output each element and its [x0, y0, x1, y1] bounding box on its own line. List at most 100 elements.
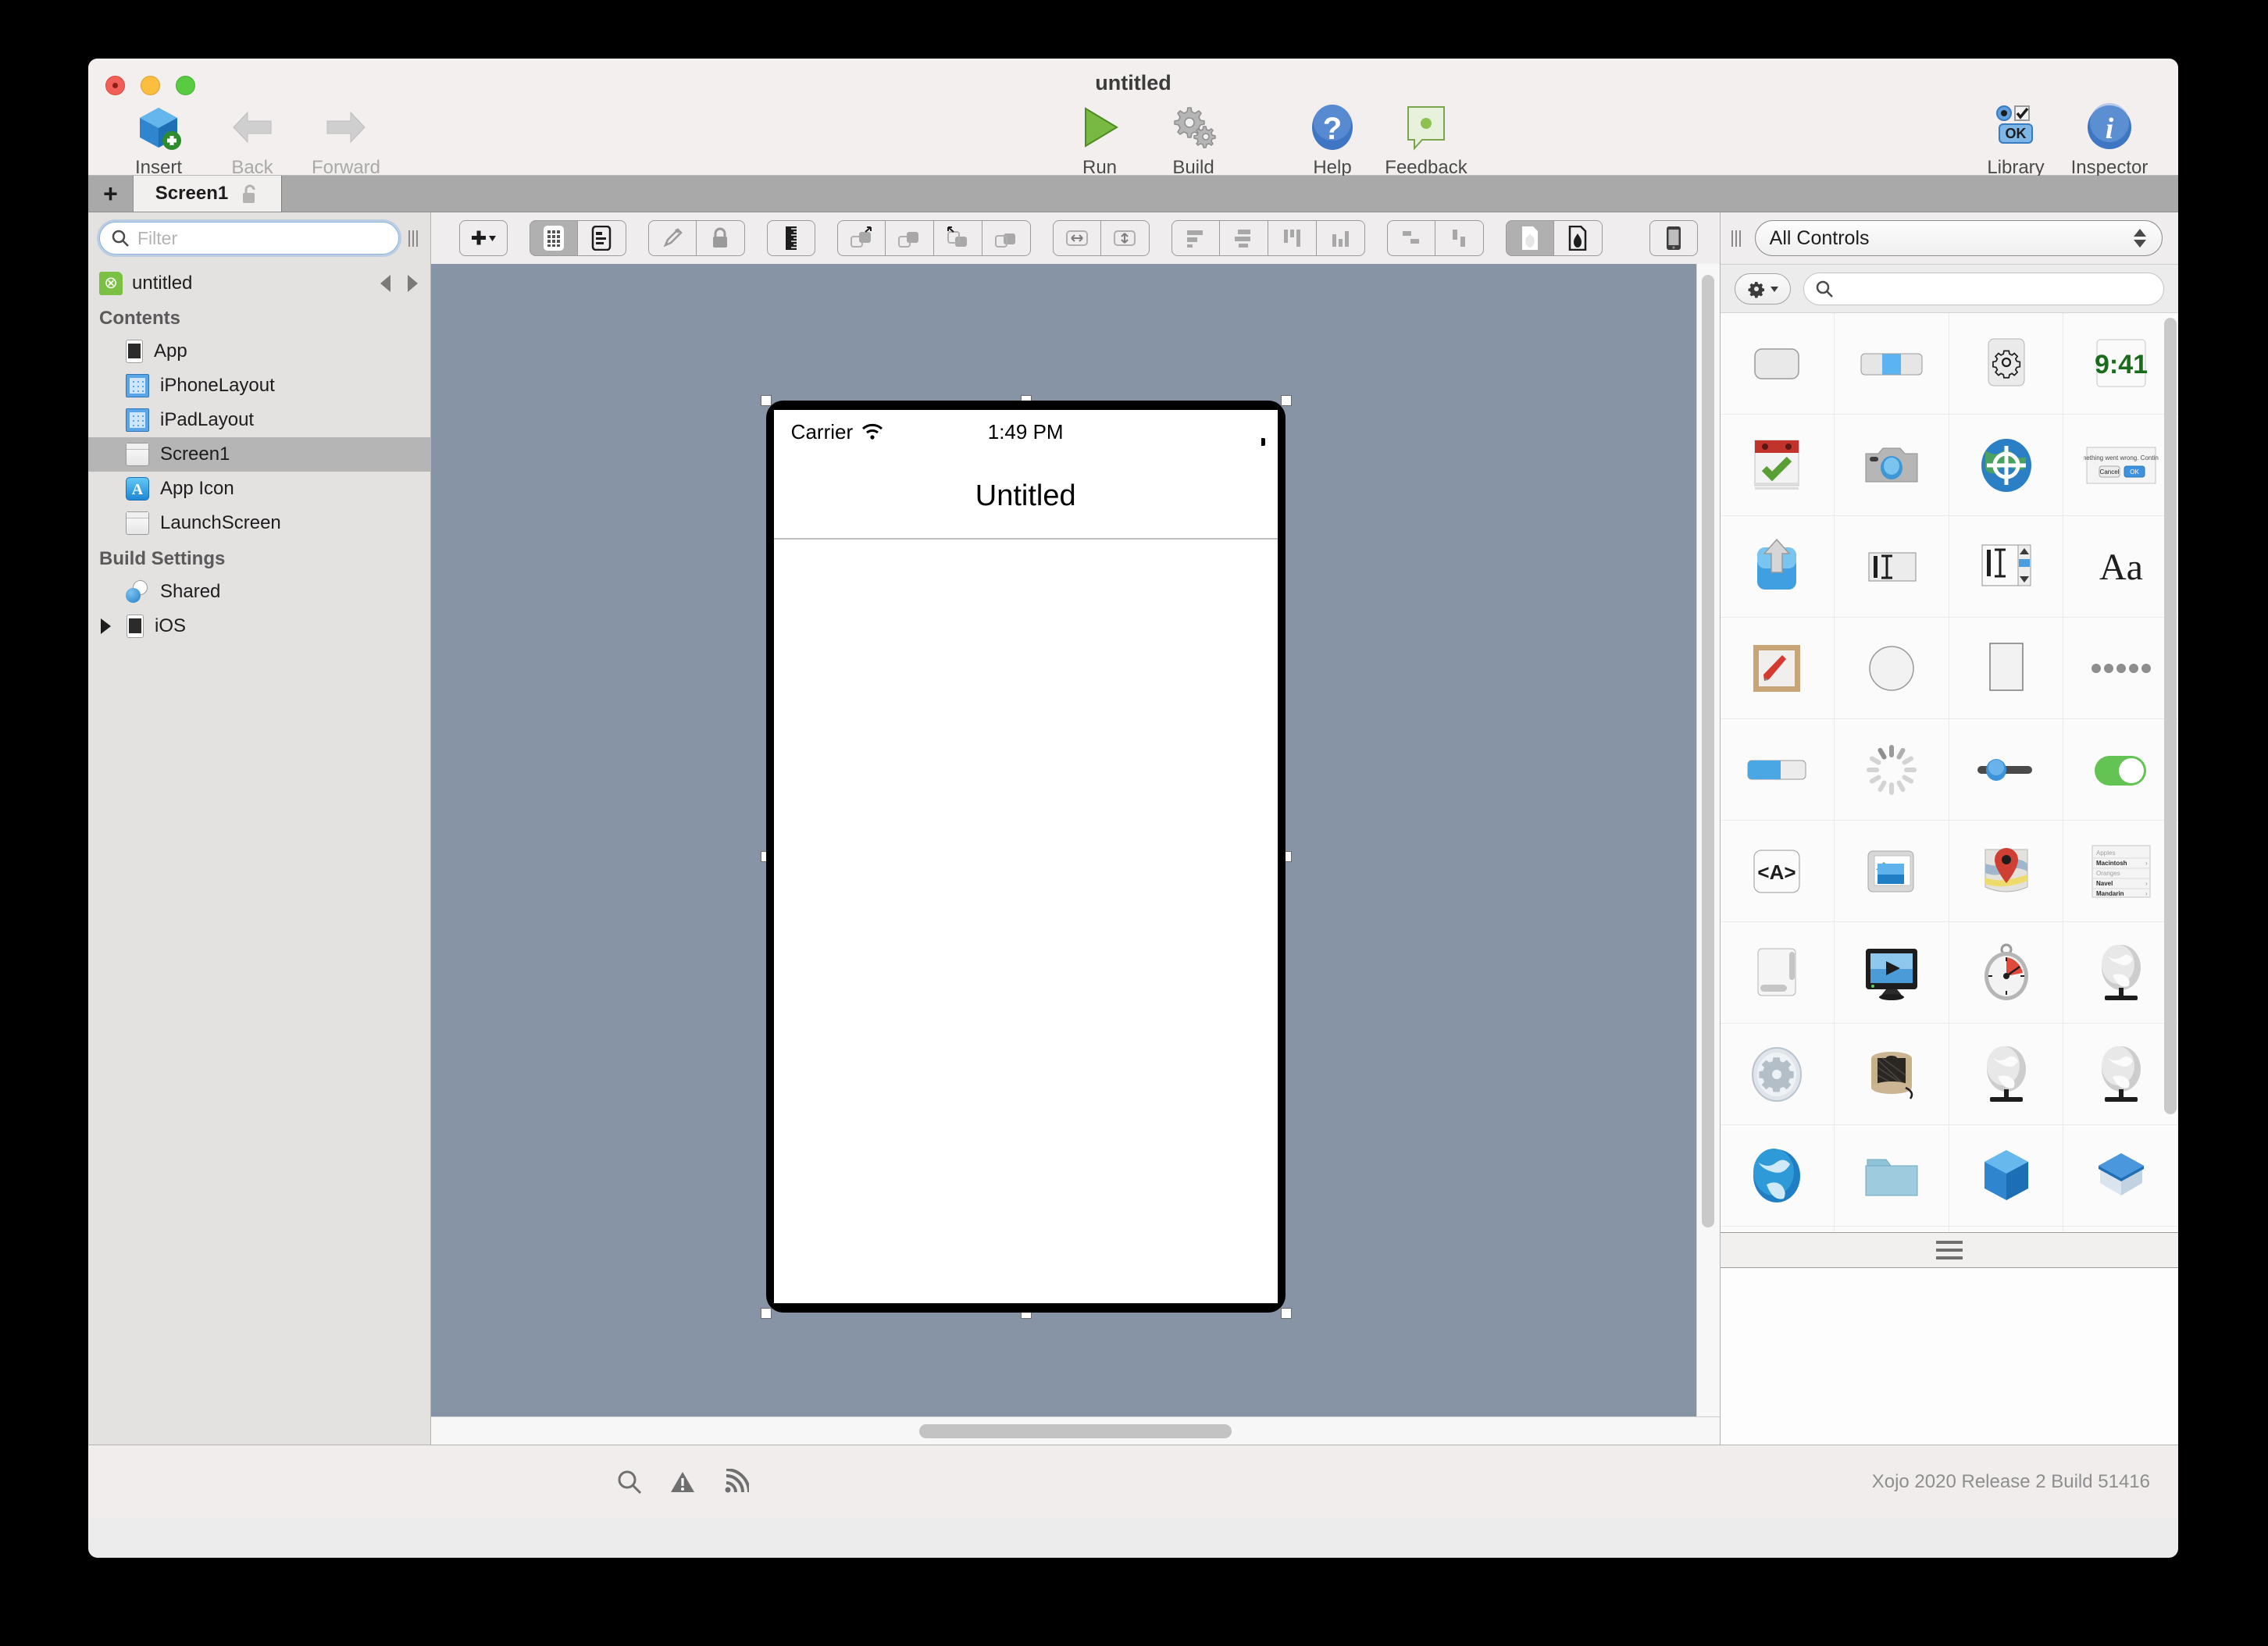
library-item-file-control[interactable] — [1835, 1227, 1949, 1232]
library-icon-grid[interactable]: 9:41 ething went wrong. Contin Cancel OK… — [1720, 312, 2178, 1232]
nav-forward-icon[interactable] — [407, 275, 418, 292]
forward-button[interactable]: Forward — [299, 99, 393, 179]
dark-appearance-icon[interactable] — [1553, 220, 1603, 256]
library-item-http-socket-control[interactable] — [2063, 922, 2178, 1024]
library-item-html-viewer-control[interactable]: <A> — [1720, 821, 1835, 922]
library-item-canvas-control[interactable] — [1720, 618, 1835, 719]
library-item-text-field-control[interactable] — [1835, 516, 1949, 618]
library-item-image-viewer-control[interactable] — [1835, 821, 1949, 922]
library-item-table-control[interactable]: Apples Macintosh › Oranges Navel › Manda… — [2063, 821, 2178, 922]
library-item-settings-control[interactable] — [1949, 313, 2064, 415]
library-vertical-scrollbar[interactable] — [2164, 318, 2177, 1114]
tree-item-shared[interactable]: Shared — [88, 575, 430, 609]
library-item-socket-control[interactable] — [2063, 1024, 2178, 1125]
library-item-window-control[interactable]: ✕ — [2063, 1227, 2178, 1232]
add-tab-button[interactable]: + — [88, 176, 134, 212]
tree-item-launchscreen[interactable]: LaunchScreen — [88, 506, 430, 540]
distribute-horizontal-icon[interactable] — [1386, 220, 1435, 256]
tree-item-ipadlayout[interactable]: iPadLayout — [88, 403, 430, 437]
library-item-web-globe-control[interactable] — [1720, 1125, 1835, 1227]
plus-dropdown-icon[interactable] — [458, 220, 508, 256]
canvas-horizontal-scrollbar[interactable] — [430, 1416, 1720, 1445]
library-item-movie-player-control[interactable] — [1835, 922, 1949, 1024]
library-item-scroll-view-control[interactable] — [1720, 922, 1835, 1024]
inspector-button[interactable]: i Inspector — [2063, 99, 2156, 179]
bring-to-front-icon[interactable] — [836, 220, 886, 256]
light-appearance-icon[interactable] — [1505, 220, 1554, 256]
pencil-icon[interactable] — [647, 220, 697, 256]
screen-content-area[interactable] — [773, 540, 1278, 1303]
build-button[interactable]: Build — [1146, 99, 1240, 179]
library-item-rectangle-control[interactable] — [1949, 618, 2064, 719]
broadcast-icon[interactable] — [722, 1468, 749, 1495]
resize-height-icon[interactable] — [1100, 220, 1150, 256]
library-gear-button[interactable] — [1734, 273, 1791, 305]
library-item-xojo-script-control[interactable] — [1720, 1024, 1835, 1125]
project-root-item[interactable]: untitled — [88, 267, 430, 300]
library-item-progress-bar-control[interactable] — [1720, 719, 1835, 821]
library-button[interactable]: OK Library — [1969, 99, 2063, 179]
layout-grid-icon[interactable] — [529, 220, 578, 256]
tree-item-appicon[interactable]: App Icon — [88, 472, 430, 506]
insert-button[interactable]: Insert — [112, 99, 205, 179]
library-grip-icon[interactable] — [1731, 230, 1741, 247]
device-mockup[interactable]: Carrier 1:49 PM Untitled — [765, 401, 1286, 1313]
run-button[interactable]: Run — [1053, 99, 1146, 179]
library-item-text-area-control[interactable] — [1949, 516, 2064, 618]
library-item-folder-item-control[interactable] — [1835, 1125, 1949, 1227]
search-icon[interactable] — [616, 1469, 643, 1495]
tree-item-ios[interactable]: iOS — [88, 609, 430, 643]
selection-handle-br[interactable] — [1280, 1308, 1292, 1319]
library-item-progress-wheel-control[interactable] — [1835, 719, 1949, 821]
library-item-label-control[interactable]: Aa — [2063, 516, 2178, 618]
tree-item-app[interactable]: App — [88, 334, 430, 369]
align-top-icon[interactable] — [1268, 220, 1317, 256]
nav-back-icon[interactable] — [380, 275, 390, 292]
library-search-input[interactable] — [1803, 272, 2164, 305]
warning-icon[interactable] — [669, 1469, 696, 1495]
library-item-map-viewer-control[interactable] — [1949, 821, 2064, 922]
canvas-hscroll-thumb[interactable] — [918, 1423, 1232, 1438]
library-item-module-control[interactable] — [1949, 1125, 2064, 1227]
library-item-oval-control[interactable] — [1835, 618, 1949, 719]
library-item-switch-control[interactable] — [2063, 719, 2178, 821]
unlock-icon[interactable] — [241, 183, 259, 205]
library-item-serial-control[interactable] — [1835, 1024, 1949, 1125]
library-item-button-control[interactable] — [1720, 313, 1835, 415]
library-item-page-control[interactable] — [2063, 618, 2178, 719]
tab-screen1[interactable]: Screen1 — [134, 176, 282, 212]
library-item-class-control[interactable] — [2063, 1125, 2178, 1227]
send-backward-icon[interactable] — [933, 220, 982, 256]
library-item-segmented-control[interactable] — [1835, 313, 1949, 415]
library-filter-dropdown[interactable]: All Controls — [1754, 220, 2163, 256]
help-button[interactable]: ? Help — [1286, 99, 1379, 179]
library-item-container-control[interactable] — [1949, 1227, 2064, 1232]
canvas-vertical-scrollbar[interactable] — [1696, 264, 1720, 1416]
align-bottom-icon[interactable] — [1316, 220, 1365, 256]
disclosure-triangle-icon[interactable] — [101, 618, 111, 634]
design-canvas[interactable]: Carrier 1:49 PM Untitled — [430, 264, 1720, 1416]
layout-list-icon[interactable] — [577, 220, 626, 256]
library-item-share-control[interactable] — [1720, 516, 1835, 618]
library-item-date-picker-control[interactable] — [1720, 415, 1835, 516]
selection-handle-tr[interactable] — [1280, 395, 1292, 406]
filter-input[interactable]: Filter — [99, 222, 399, 255]
selection-handle-tl[interactable] — [760, 395, 772, 406]
distribute-vertical-icon[interactable] — [1435, 220, 1484, 256]
navigator-grip-icon[interactable] — [408, 230, 418, 247]
library-panel-resizer[interactable] — [1720, 1232, 2178, 1268]
ruler-icon[interactable] — [766, 220, 815, 256]
library-item-menu-control[interactable]: Apples Macintosh › — [1721, 1227, 1835, 1232]
tree-item-screen1[interactable]: Screen1 — [88, 437, 430, 472]
library-item-slider-control[interactable] — [1949, 719, 2064, 821]
library-item-timer-control[interactable] — [1949, 922, 2064, 1024]
tree-item-iphonelayout[interactable]: iPhoneLayout — [88, 369, 430, 403]
resize-width-icon[interactable] — [1052, 220, 1101, 256]
canvas-vscroll-thumb[interactable] — [1701, 275, 1714, 1227]
lock-icon[interactable] — [696, 220, 745, 256]
library-item-location-control[interactable] — [1949, 415, 2064, 516]
send-to-back-icon[interactable] — [982, 220, 1031, 256]
align-center-icon[interactable] — [1219, 220, 1268, 256]
device-preview-icon[interactable] — [1649, 220, 1698, 256]
align-left-icon[interactable] — [1171, 220, 1220, 256]
